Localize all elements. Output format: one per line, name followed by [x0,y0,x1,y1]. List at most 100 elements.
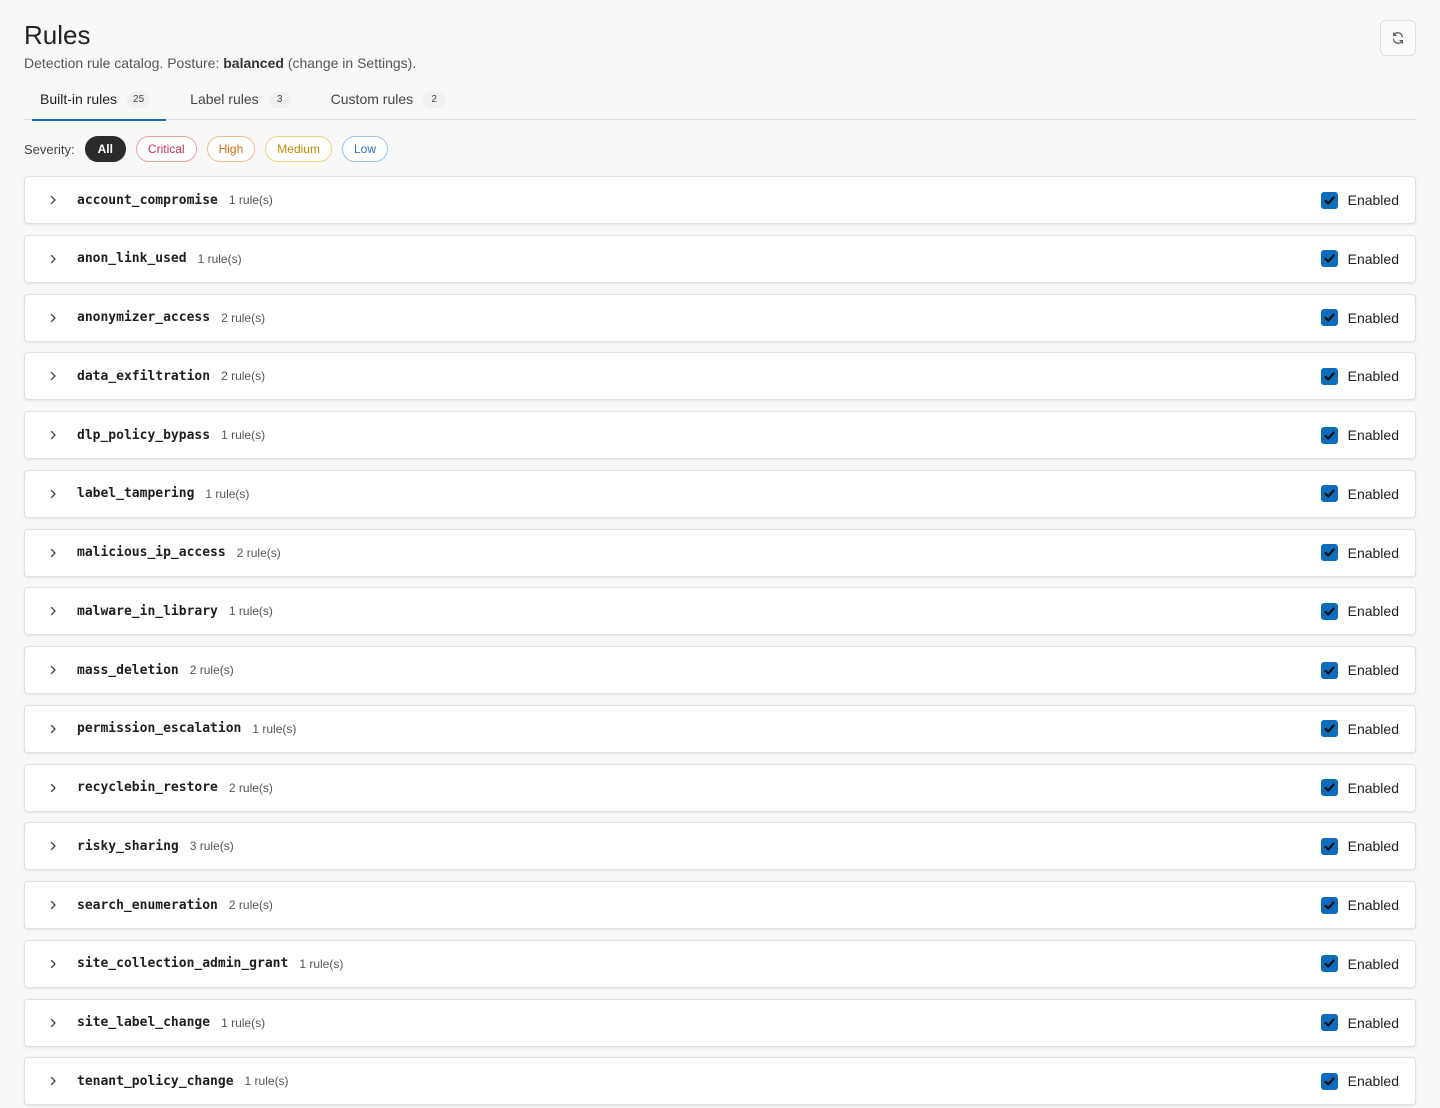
rule-enabled-toggle[interactable]: Enabled [1320,1072,1399,1090]
rule-row[interactable]: anonymizer_access 2 rule(s) Enabled [24,293,1416,342]
tab-count-badge: 2 [423,92,446,108]
rule-row[interactable]: tenant_policy_change 1 rule(s) Enabled [24,1057,1416,1106]
rule-enabled-toggle[interactable]: Enabled [1320,720,1399,738]
rule-enabled-checkbox[interactable] [1320,191,1338,209]
rule-enabled-checkbox[interactable] [1320,779,1338,796]
rule-name: anonymizer_access [77,310,211,325]
rule-enabled-checkbox[interactable] [1320,544,1338,561]
severity-filter-critical[interactable]: Critical [135,136,197,162]
rule-enabled-label: Enabled [1347,955,1399,972]
rule-enabled-checkbox[interactable] [1320,602,1338,620]
rule-enabled-toggle[interactable]: Enabled [1320,191,1399,209]
rule-count: 1 rule(s) [228,604,273,619]
rule-row[interactable]: permission_escalation 1 rule(s) Enabled [24,704,1416,753]
tab-custom-rules[interactable]: Custom rules 2 [315,90,461,120]
rule-enabled-checkbox[interactable] [1320,896,1338,914]
rule-enabled-checkbox[interactable] [1320,426,1338,444]
rule-count: 1 rule(s) [252,721,297,736]
rule-enabled-checkbox[interactable] [1320,837,1338,855]
rule-name: site_label_change [77,1015,211,1030]
rule-row[interactable]: mass_deletion 2 rule(s) Enabled [24,646,1416,694]
tab-count-badge: 3 [268,92,291,108]
severity-label: Severity: [24,141,75,157]
rule-enabled-label: Enabled [1347,544,1399,561]
tab-label: Custom rules [330,91,414,107]
rule-enabled-checkbox[interactable] [1320,720,1338,738]
chevron-right-icon[interactable] [47,723,59,735]
rule-row[interactable]: site_label_change 1 rule(s) Enabled [24,998,1416,1047]
rule-enabled-toggle[interactable]: Enabled [1320,544,1399,561]
checkmark-icon [1324,959,1335,968]
tab-built-in-rules[interactable]: Built-in rules 25 [24,90,167,121]
chevron-right-icon[interactable] [47,370,59,382]
rule-row[interactable]: account_compromise 1 rule(s) Enabled [24,176,1416,224]
rule-row[interactable]: malware_in_library 1 rule(s) Enabled [24,587,1416,636]
rule-row[interactable]: recyclebin_restore 2 rule(s) Enabled [24,763,1416,812]
rule-name: label_tampering [77,486,195,502]
rule-enabled-toggle[interactable]: Enabled [1320,602,1399,620]
rule-enabled-toggle[interactable]: Enabled [1320,779,1399,796]
rule-enabled-checkbox[interactable] [1320,955,1338,973]
rule-enabled-toggle[interactable]: Enabled [1320,367,1399,385]
checkmark-icon [1324,313,1335,322]
chevron-right-icon[interactable] [47,899,59,911]
rule-name: malicious_ip_access [77,545,226,560]
chevron-right-icon[interactable] [47,312,59,324]
checkmark-icon [1324,254,1335,263]
chevron-right-icon[interactable] [47,547,59,559]
rules-page: Rules Detection rule catalog. Posture: b… [0,0,1440,1108]
tab-label-rules[interactable]: Label rules 3 [174,90,307,120]
severity-filter-medium[interactable]: Medium [265,136,332,162]
rule-enabled-toggle[interactable]: Enabled [1320,426,1399,444]
rule-enabled-checkbox[interactable] [1320,367,1338,385]
refresh-button[interactable] [1380,20,1416,56]
checkmark-icon [1324,665,1335,675]
chevron-right-icon[interactable] [47,253,59,265]
rule-row[interactable]: malicious_ip_access 2 rule(s) Enabled [24,528,1416,577]
rule-row[interactable]: risky_sharing 3 rule(s) Enabled [24,822,1416,871]
severity-filter-high[interactable]: High [206,136,256,162]
chevron-right-icon[interactable] [47,429,59,441]
rule-enabled-toggle[interactable]: Enabled [1320,250,1399,268]
severity-filter-all[interactable]: All [84,136,126,162]
rule-count: 2 rule(s) [189,663,234,677]
chevron-right-icon[interactable] [47,1075,59,1087]
rule-count: 2 rule(s) [221,310,266,325]
rule-row[interactable]: site_collection_admin_grant 1 rule(s) Enab… [24,939,1416,988]
chevron-right-icon[interactable] [47,840,59,852]
rule-list: account_compromise 1 rule(s) Enabled anon_l… [24,176,1416,1106]
chevron-right-icon[interactable] [47,1017,59,1029]
rule-name: risky_sharing [77,838,179,854]
rule-enabled-checkbox[interactable] [1320,309,1338,326]
rule-enabled-toggle[interactable]: Enabled [1320,309,1399,326]
tab-label: Built-in rules [40,91,118,107]
tab-label: Label rules [190,91,259,107]
chevron-right-icon[interactable] [47,194,59,206]
rule-enabled-toggle[interactable]: Enabled [1320,896,1399,914]
subtitle-prefix: Detection rule catalog. Posture: [24,55,224,71]
rule-count: 1 rule(s) [299,956,344,971]
rule-enabled-checkbox[interactable] [1320,1014,1338,1031]
rule-enabled-toggle[interactable]: Enabled [1320,485,1399,503]
rule-enabled-checkbox[interactable] [1320,485,1338,503]
rule-enabled-checkbox[interactable] [1320,1072,1338,1090]
rule-enabled-toggle[interactable]: Enabled [1320,955,1399,973]
chevron-right-icon[interactable] [47,488,59,500]
chevron-right-icon[interactable] [47,605,59,617]
rule-enabled-toggle[interactable]: Enabled [1320,1014,1399,1031]
rule-enabled-toggle[interactable]: Enabled [1320,837,1399,855]
severity-filter-low[interactable]: Low [341,136,388,162]
rule-row[interactable]: label_tampering 1 rule(s) Enabled [24,469,1416,518]
rule-enabled-checkbox[interactable] [1320,250,1338,268]
rule-enabled-toggle[interactable]: Enabled [1320,661,1399,679]
rule-row[interactable]: data_exfiltration 2 rule(s) Enabled [24,352,1416,401]
rule-row[interactable]: anon_link_used 1 rule(s) Enabled [24,234,1416,283]
rule-row[interactable]: search_enumeration 2 rule(s) Enabled [24,881,1416,929]
rule-row[interactable]: dlp_policy_bypass 1 rule(s) Enabled [24,411,1416,459]
chevron-right-icon[interactable] [47,664,59,676]
rule-enabled-label: Enabled [1347,368,1399,385]
rule-enabled-checkbox[interactable] [1320,661,1338,679]
chevron-right-icon[interactable] [47,782,59,794]
rule-count: 1 rule(s) [228,193,273,207]
chevron-right-icon[interactable] [47,958,59,970]
